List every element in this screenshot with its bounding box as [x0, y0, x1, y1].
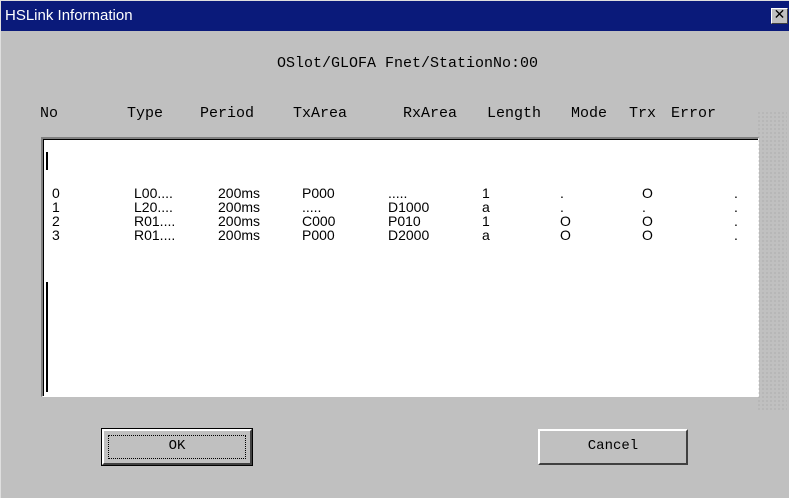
- cell-trx: O: [642, 213, 653, 229]
- header-period: Period: [200, 105, 255, 122]
- cell-length: a: [482, 227, 490, 243]
- cell-mode: O: [560, 213, 571, 229]
- caret-bottom: [46, 282, 48, 392]
- caret-top: [46, 152, 48, 170]
- cell-type: L20....: [134, 199, 173, 215]
- cell-rxarea: .....: [388, 185, 408, 201]
- close-button[interactable]: ✕: [771, 7, 788, 24]
- cell-txarea: .....: [302, 199, 322, 215]
- title-bar: HSLink Information ✕: [1, 1, 789, 31]
- cell-trx: .: [642, 199, 646, 215]
- cell-error: .: [734, 199, 738, 215]
- header-type: Type: [127, 105, 164, 122]
- ok-button[interactable]: OK: [101, 428, 253, 466]
- cell-rxarea: P010: [388, 213, 421, 229]
- cell-trx: O: [642, 185, 653, 201]
- cell-period: 200ms: [218, 227, 261, 243]
- cell-type: R01....: [134, 227, 176, 243]
- cell-period: 200ms: [218, 199, 261, 215]
- header-error: Error: [671, 105, 717, 122]
- list-border: 0 L00.... 200ms P000 ..... 1 . O . 1 L20…: [43, 139, 758, 396]
- table-row[interactable]: 2 R01.... 200ms C000 P010 1 O O .: [44, 214, 758, 228]
- cell-rxarea: D1000: [388, 199, 430, 215]
- header-trx: Trx: [629, 105, 657, 122]
- cell-mode: .: [560, 199, 564, 215]
- cell-error: .: [734, 185, 738, 201]
- cancel-button[interactable]: Cancel: [538, 429, 688, 465]
- cell-mode: .: [560, 185, 564, 201]
- cell-txarea: C000: [302, 213, 336, 229]
- table-row[interactable]: 0 L00.... 200ms P000 ..... 1 . O .: [44, 186, 758, 200]
- hslink-list[interactable]: 0 L00.... 200ms P000 ..... 1 . O . 1 L20…: [41, 137, 759, 397]
- column-headers: No Type Period TxArea RxArea Length Mode…: [1, 105, 789, 125]
- cell-trx: O: [642, 227, 653, 243]
- cell-no: 2: [52, 213, 60, 229]
- background-dither: [757, 111, 787, 411]
- cell-type: L00....: [134, 185, 173, 201]
- cell-type: R01....: [134, 213, 176, 229]
- station-path: OSlot/GLOFA Fnet/StationNo:00: [276, 55, 539, 72]
- cell-mode: O: [560, 227, 571, 243]
- cell-period: 200ms: [218, 213, 261, 229]
- cell-no: 0: [52, 185, 60, 201]
- cell-length: 1: [482, 185, 490, 201]
- window-title: HSLink Information: [5, 7, 133, 24]
- cell-rxarea: D2000: [388, 227, 430, 243]
- header-length: Length: [487, 105, 542, 122]
- focus-rect: [108, 435, 246, 459]
- cell-error: .: [734, 213, 738, 229]
- table-row[interactable]: 1 L20.... 200ms ..... D1000 a . . .: [44, 200, 758, 214]
- header-mode: Mode: [571, 105, 608, 122]
- cancel-label: Cancel: [587, 438, 639, 454]
- cell-no: 3: [52, 227, 60, 243]
- hslink-dialog: HSLink Information ✕ OSlot/GLOFA Fnet/St…: [0, 0, 789, 498]
- cell-length: a: [482, 199, 490, 215]
- cell-length: 1: [482, 213, 490, 229]
- cell-txarea: P000: [302, 227, 335, 243]
- header-txarea: TxArea: [293, 105, 348, 122]
- cell-txarea: P000: [302, 185, 335, 201]
- header-rxarea: RxArea: [403, 105, 458, 122]
- table-row[interactable]: 3 R01.... 200ms P000 D2000 a O O .: [44, 228, 758, 242]
- cell-error: .: [734, 227, 738, 243]
- header-no: No: [40, 105, 59, 122]
- cell-no: 1: [52, 199, 60, 215]
- close-icon[interactable]: ✕: [772, 7, 787, 24]
- cell-period: 200ms: [218, 185, 261, 201]
